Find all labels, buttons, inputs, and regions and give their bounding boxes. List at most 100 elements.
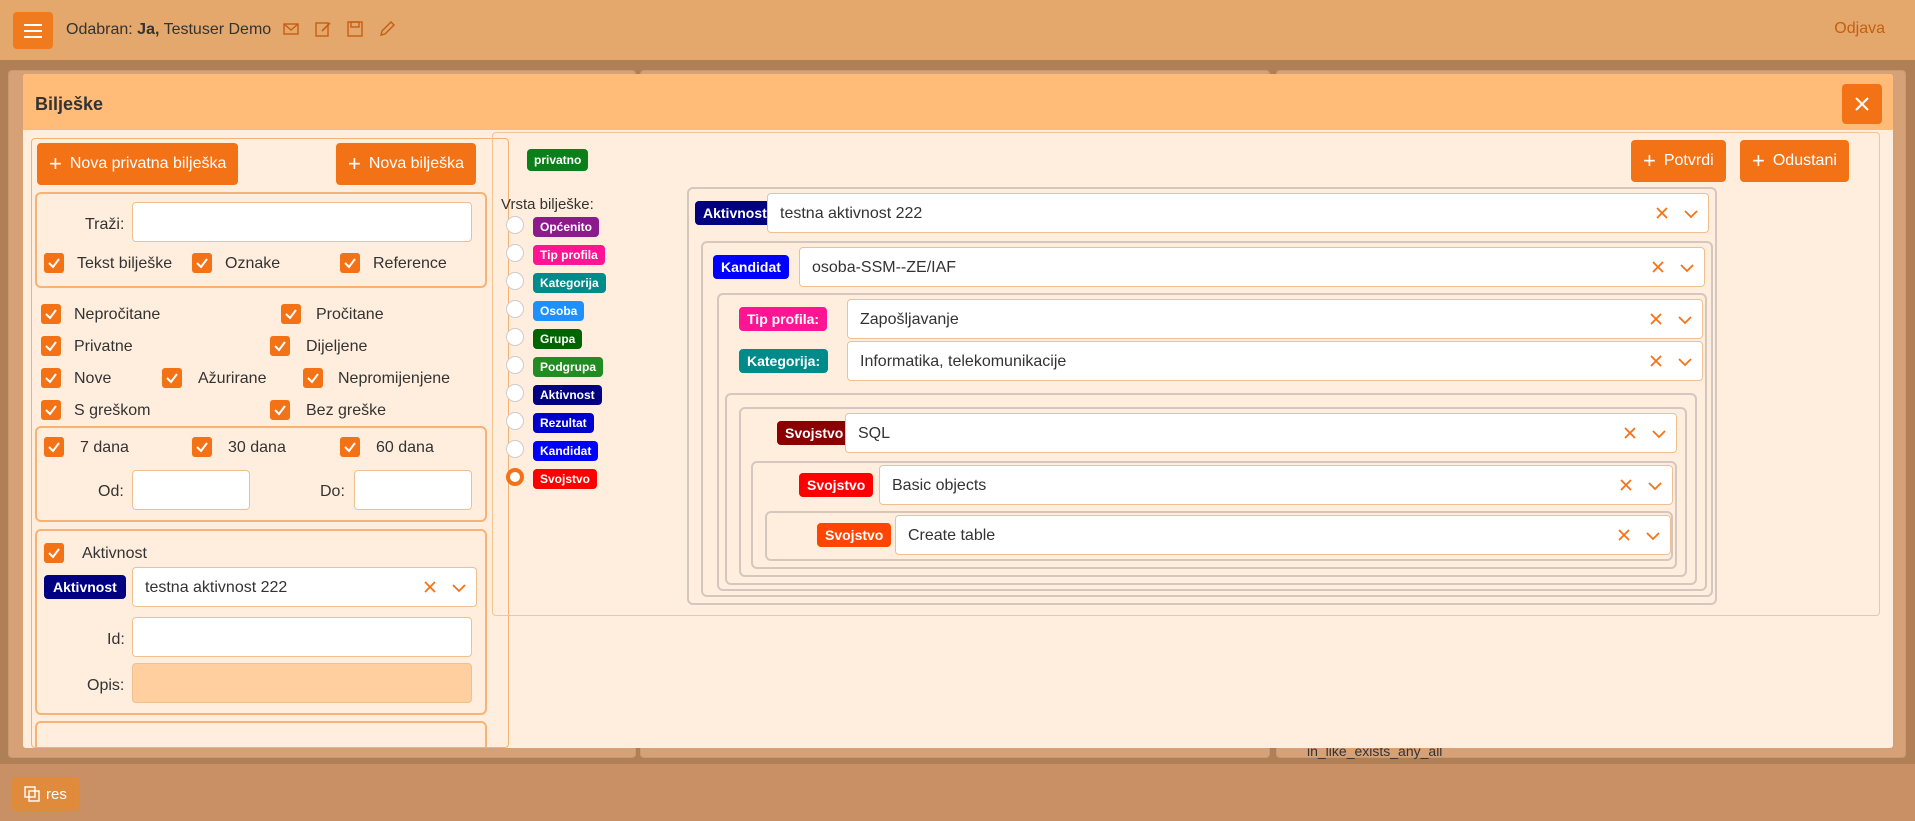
read-checkbox[interactable] bbox=[281, 304, 301, 324]
save-icon[interactable] bbox=[346, 20, 364, 38]
tree-level-tip-profila: Tip profila: Zapošljavanje Kategorija: I… bbox=[717, 293, 1707, 591]
tree-svojstvo-2-select[interactable]: Basic objects bbox=[879, 465, 1673, 505]
type-radio-aktivnost[interactable] bbox=[506, 384, 524, 402]
logout-link[interactable]: Odjava bbox=[1834, 20, 1885, 38]
60-days-label: 60 dana bbox=[376, 439, 434, 456]
tree-svojstvo-3-badge: Svojstvo bbox=[817, 523, 892, 547]
private-checkbox[interactable] bbox=[41, 336, 61, 356]
with-error-checkbox[interactable] bbox=[41, 400, 61, 420]
chevron-down-icon[interactable] bbox=[1676, 311, 1694, 329]
unread-checkbox[interactable] bbox=[41, 304, 61, 324]
tree-level-svojstvo-1: Svojstvo SQL Svojstvo Basic objects Svoj… bbox=[725, 393, 1697, 585]
type-radio-svojstvo[interactable] bbox=[506, 468, 524, 486]
search-references-checkbox[interactable] bbox=[340, 253, 360, 273]
60-days-checkbox[interactable] bbox=[340, 437, 360, 457]
toolbar-icons bbox=[282, 20, 396, 38]
shared-label: Dijeljene bbox=[306, 338, 368, 355]
shared-checkbox[interactable] bbox=[270, 336, 290, 356]
date-range-box: 7 dana 30 dana 60 dana Od: Do: bbox=[35, 426, 487, 522]
type-radio-grupa[interactable] bbox=[506, 328, 524, 346]
check-icon bbox=[196, 442, 208, 453]
clear-icon[interactable] bbox=[1614, 525, 1634, 545]
tree-svojstvo-3-select[interactable]: Create table bbox=[895, 515, 1671, 555]
read-label: Pročitane bbox=[316, 306, 384, 323]
search-text-label: Tekst bilješke bbox=[77, 255, 173, 272]
date-to-input[interactable] bbox=[354, 470, 472, 510]
clear-icon[interactable] bbox=[1646, 309, 1666, 329]
clear-icon[interactable] bbox=[1616, 475, 1636, 495]
clear-icon[interactable] bbox=[1652, 203, 1672, 223]
type-badge-svojstvo: Svojstvo bbox=[533, 469, 598, 489]
notes-modal: Bilješke + Nova privatna bilješka + Nova… bbox=[23, 74, 1893, 748]
without-error-label: Bez greške bbox=[306, 402, 387, 419]
search-tags-checkbox[interactable] bbox=[192, 253, 212, 273]
type-badge-grupa: Grupa bbox=[533, 329, 583, 349]
tree-aktivnost-select[interactable]: testna aktivnost 222 bbox=[767, 193, 1709, 233]
chevron-down-icon[interactable] bbox=[1646, 477, 1664, 495]
new-note-button[interactable]: + Nova bilješka bbox=[336, 143, 477, 185]
tree-svojstvo-1-select[interactable]: SQL bbox=[845, 413, 1677, 453]
type-badge-kandidat: Kandidat bbox=[533, 441, 599, 461]
check-icon bbox=[307, 373, 319, 384]
30-days-checkbox[interactable] bbox=[192, 437, 212, 457]
type-radio-tip-profila[interactable] bbox=[506, 244, 524, 262]
note-editor: privatno + Potvrdi + Odustani Vrsta bilj… bbox=[492, 132, 1880, 616]
chevron-down-icon[interactable] bbox=[1678, 259, 1696, 277]
7-days-label: 7 dana bbox=[80, 439, 129, 456]
chevron-down-icon[interactable] bbox=[1650, 425, 1668, 443]
type-radio-podgrupa[interactable] bbox=[506, 356, 524, 374]
date-from-label: Od: bbox=[98, 483, 124, 500]
chevron-down-icon[interactable] bbox=[1644, 527, 1662, 545]
tree-kategorija-select[interactable]: Informatika, telekomunikacije bbox=[847, 341, 1703, 381]
edit-icon[interactable] bbox=[314, 20, 332, 38]
date-from-input[interactable] bbox=[132, 470, 250, 510]
activity-box: Aktivnost Aktivnost testna aktivnost 222… bbox=[35, 529, 487, 715]
type-radio-kandidat[interactable] bbox=[506, 440, 524, 458]
clear-icon[interactable] bbox=[1646, 351, 1666, 371]
activity-select[interactable]: testna aktivnost 222 bbox=[132, 567, 477, 607]
note-type-label: Vrsta bilješke: bbox=[501, 196, 594, 213]
tree-level-kandidat: Kandidat osoba-SSM--ZE/IAF Tip profila: … bbox=[701, 241, 1713, 597]
type-radio-kategorija[interactable] bbox=[506, 272, 524, 290]
plus-icon: + bbox=[348, 151, 361, 176]
new-private-note-button[interactable]: + Nova privatna bilješka bbox=[37, 143, 239, 185]
confirm-button[interactable]: + Potvrdi bbox=[1631, 140, 1726, 182]
check-icon bbox=[344, 442, 356, 453]
30-days-label: 30 dana bbox=[228, 439, 286, 456]
updated-checkbox[interactable] bbox=[162, 368, 182, 388]
pencil-icon[interactable] bbox=[378, 20, 396, 38]
chevron-down-icon[interactable] bbox=[1682, 205, 1700, 223]
chevron-down-icon[interactable] bbox=[450, 579, 468, 597]
clear-icon[interactable] bbox=[1620, 423, 1640, 443]
close-button[interactable] bbox=[1842, 84, 1882, 124]
res-button[interactable]: res bbox=[12, 777, 79, 811]
check-icon bbox=[344, 258, 356, 269]
cancel-button[interactable]: + Odustani bbox=[1740, 140, 1849, 182]
type-radio-osoba[interactable] bbox=[506, 300, 524, 318]
activity-checkbox[interactable] bbox=[44, 543, 64, 563]
envelope-icon[interactable] bbox=[282, 20, 300, 38]
type-badge-aktivnost: Aktivnost bbox=[533, 385, 602, 405]
id-input[interactable] bbox=[132, 617, 472, 657]
copy-icon bbox=[24, 786, 40, 802]
tree-tip-profila-select[interactable]: Zapošljavanje bbox=[847, 299, 1703, 339]
search-text-checkbox[interactable] bbox=[44, 253, 64, 273]
unchanged-checkbox[interactable] bbox=[303, 368, 323, 388]
type-radio-opcenito[interactable] bbox=[506, 216, 524, 234]
clear-icon[interactable] bbox=[420, 577, 440, 597]
search-references-label: Reference bbox=[373, 255, 447, 272]
without-error-checkbox[interactable] bbox=[270, 400, 290, 420]
type-radio-rezultat[interactable] bbox=[506, 412, 524, 430]
clear-icon[interactable] bbox=[1648, 257, 1668, 277]
chevron-down-icon[interactable] bbox=[1676, 353, 1694, 371]
tree-kandidat-select[interactable]: osoba-SSM--ZE/IAF bbox=[799, 247, 1705, 287]
check-icon bbox=[285, 309, 297, 320]
new-checkbox[interactable] bbox=[41, 368, 61, 388]
hamburger-menu-button[interactable] bbox=[13, 12, 53, 49]
check-icon bbox=[45, 405, 57, 416]
check-icon bbox=[45, 341, 57, 352]
7-days-checkbox[interactable] bbox=[44, 437, 64, 457]
check-icon bbox=[48, 548, 60, 559]
search-input[interactable] bbox=[132, 202, 472, 242]
tree-level-svojstvo-2: Svojstvo Basic objects Svojstvo Create t… bbox=[751, 461, 1677, 569]
